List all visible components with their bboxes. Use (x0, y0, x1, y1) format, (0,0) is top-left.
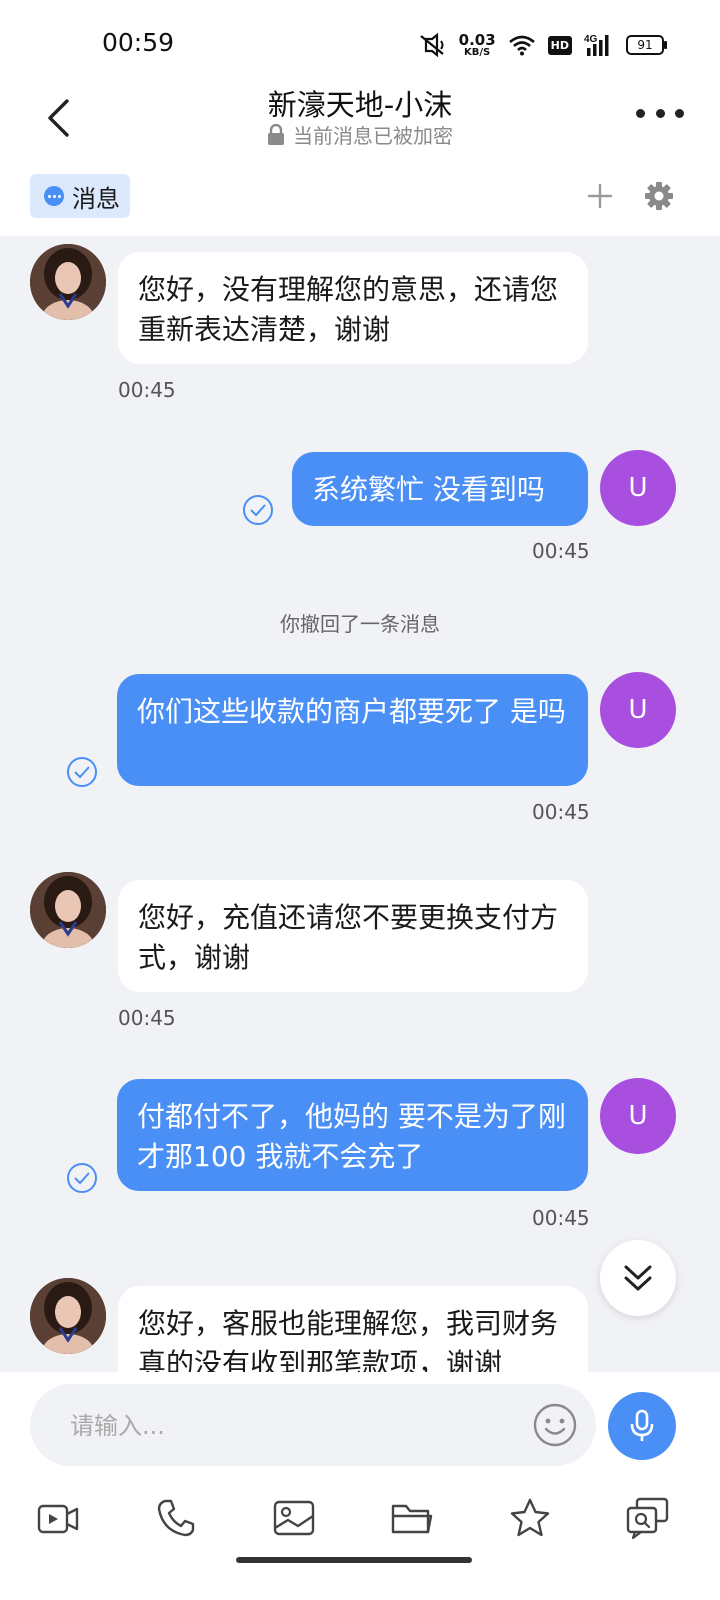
encryption-text: 当前消息已被加密 (293, 124, 453, 148)
chat-bubble-icon (44, 186, 64, 206)
home-indicator[interactable] (236, 1557, 472, 1563)
input-bar (0, 1372, 720, 1482)
tab-bar: 消息 (0, 160, 720, 236)
message-bubble-outgoing[interactable]: 付都付不了，他妈的 要不是为了刚才那100 我就不会充了 (117, 1079, 588, 1191)
voice-call-button[interactable] (152, 1494, 200, 1542)
star-icon (510, 1498, 550, 1537)
status-time: 00:59 (102, 28, 175, 57)
mute-icon (419, 33, 444, 57)
more-button[interactable] (636, 98, 684, 128)
gear-icon (645, 182, 673, 210)
message-bubble-outgoing[interactable]: 你们这些收款的商户都要死了 是吗 (117, 674, 588, 786)
agent-avatar-photo (30, 1278, 106, 1354)
message-time: 00:45 (118, 378, 176, 402)
message-time: 00:45 (532, 539, 590, 563)
plus-icon (587, 183, 613, 209)
image-icon (273, 1500, 315, 1536)
more-dot-icon (655, 108, 665, 118)
message-time: 00:45 (532, 800, 590, 824)
lock-icon (268, 123, 284, 145)
signal-icon: 4G (584, 34, 609, 56)
message-time: 00:45 (532, 1206, 590, 1230)
search-chat-icon (626, 1497, 669, 1540)
net-speed-value: 0.03 (458, 30, 496, 49)
more-dot-icon (636, 108, 645, 118)
chat-header: 新濠天地-小沫 当前消息已被加密 (0, 88, 720, 160)
message-bubble-incoming[interactable]: 您好，没有理解您的意思，还请您重新表达清楚，谢谢 (118, 252, 588, 364)
agent-avatar-photo (30, 872, 106, 948)
tab-messages[interactable]: 消息 (30, 174, 130, 218)
more-dot-icon (675, 108, 684, 118)
signal-label: 4G (584, 34, 598, 45)
net-speed-unit: KB/S (464, 46, 491, 58)
message-bubble-outgoing[interactable]: 系统繁忙 没看到吗 (292, 452, 588, 526)
recall-notice: 你撤回了一条消息 (280, 612, 440, 636)
wifi-icon (508, 35, 535, 56)
hd-badge: HD (547, 35, 572, 55)
encryption-notice: 当前消息已被加密 (0, 120, 720, 149)
message-bubble-incoming[interactable]: 您好，客服也能理解您，我司财务真的没有收到那笔款项，谢谢 (118, 1286, 588, 1372)
agent-avatar-photo (30, 244, 106, 320)
video-icon (37, 1504, 79, 1534)
user-avatar[interactable]: U (600, 1078, 676, 1154)
folder-icon (391, 1504, 433, 1534)
message-input[interactable] (68, 1384, 512, 1468)
add-button[interactable] (584, 180, 616, 212)
message-time: 00:45 (118, 1006, 176, 1030)
status-bar: 00:59 0.03 KB/S HD 4G 91 (0, 0, 720, 90)
favorite-button[interactable] (506, 1494, 554, 1542)
battery-level: 91 (637, 38, 653, 52)
user-avatar[interactable]: U (600, 672, 676, 748)
message-input-container[interactable] (30, 1384, 596, 1468)
emoji-icon[interactable] (532, 1402, 578, 1448)
net-speed: 0.03 KB/S (458, 30, 496, 58)
read-check-icon (67, 1163, 97, 1193)
agent-avatar[interactable] (30, 244, 106, 320)
agent-avatar[interactable] (30, 872, 106, 948)
scroll-to-bottom-button[interactable] (600, 1240, 676, 1316)
agent-avatar[interactable] (30, 1278, 106, 1354)
microphone-icon (630, 1409, 654, 1441)
image-button[interactable] (270, 1494, 318, 1542)
settings-button[interactable] (643, 180, 675, 212)
chat-title: 新濠天地-小沫 (267, 88, 453, 122)
attachment-toolbar (0, 1482, 720, 1600)
tab-messages-label: 消息 (72, 184, 120, 213)
read-check-icon (243, 495, 273, 525)
user-avatar[interactable]: U (600, 450, 676, 526)
status-icons: 0.03 KB/S HD 4G 91 (417, 28, 667, 62)
message-list[interactable]: 您好，没有理解您的意思，还请您重新表达清楚，谢谢 00:45 系统繁忙 没看到吗… (0, 236, 720, 1372)
battery-icon: 91 (626, 35, 667, 55)
file-button[interactable] (388, 1494, 436, 1542)
phone-icon (157, 1499, 195, 1537)
search-chat-button[interactable] (624, 1494, 672, 1542)
double-chevron-down-icon (624, 1265, 652, 1291)
voice-button[interactable] (608, 1392, 676, 1460)
video-call-button[interactable] (34, 1494, 82, 1542)
message-bubble-incoming[interactable]: 您好，充值还请您不要更换支付方式，谢谢 (118, 880, 588, 992)
read-check-icon (67, 757, 97, 787)
